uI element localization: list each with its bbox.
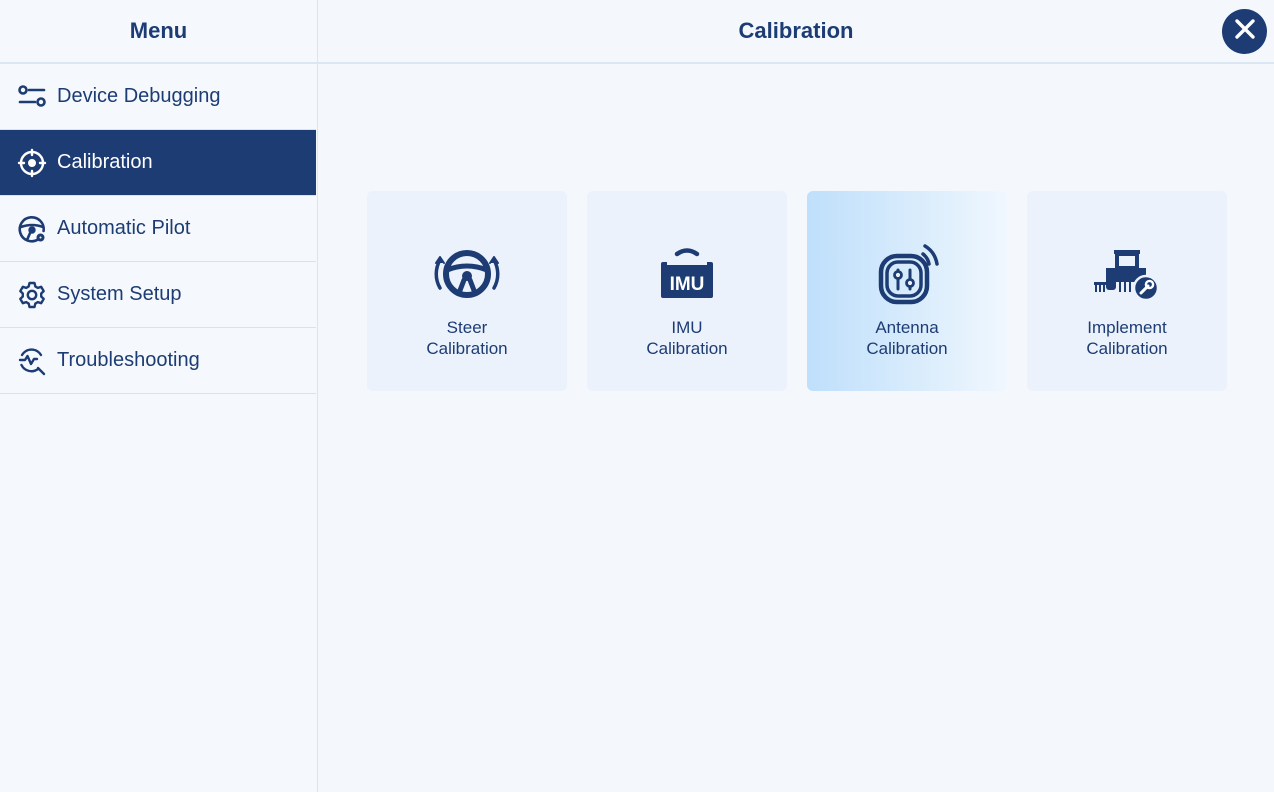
page-title: Calibration <box>738 18 854 43</box>
card-label: Steer Calibration <box>426 317 507 359</box>
card-label: Implement Calibration <box>1086 317 1167 359</box>
card-label: IMU Calibration <box>646 317 727 359</box>
sidebar-item-label: System Setup <box>57 283 182 305</box>
implement-calibration-card[interactable]: Implement Calibration <box>1027 191 1227 391</box>
sidebar-item-automatic-pilot[interactable]: Automatic Pilot <box>0 196 316 262</box>
imu-calibration-card[interactable]: IMU IMU Calibration <box>587 191 787 391</box>
close-button[interactable] <box>1222 9 1267 54</box>
tractor-wrench-icon <box>1089 239 1165 309</box>
sidebar: Menu Device Debugging Calibration Automa… <box>0 0 318 792</box>
sidebar-item-calibration[interactable]: Calibration <box>0 130 316 196</box>
card-label-line1: Implement <box>1087 318 1167 337</box>
sidebar-title: Menu <box>0 0 317 64</box>
card-label-line2: Calibration <box>646 339 728 358</box>
steer-calibration-card[interactable]: Steer Calibration <box>367 191 567 391</box>
sidebar-item-label: Device Debugging <box>57 85 221 107</box>
antenna-calibration-card[interactable]: Antenna Calibration <box>807 191 1007 391</box>
sidebar-item-system-setup[interactable]: System Setup <box>0 262 316 328</box>
close-icon <box>1234 18 1256 45</box>
sidebar-item-label: Automatic Pilot <box>57 217 191 239</box>
card-label-line1: IMU <box>671 318 703 337</box>
steering-wheel-gear-icon <box>17 214 47 244</box>
imu-icon: IMU <box>649 239 725 309</box>
sidebar-item-device-debugging[interactable]: Device Debugging <box>0 64 316 130</box>
gear-icon <box>17 280 47 310</box>
steering-wheel-icon <box>429 239 505 309</box>
antenna-icon <box>869 239 945 309</box>
card-label-line1: Steer <box>446 318 488 337</box>
sidebar-item-label: Troubleshooting <box>57 349 200 371</box>
card-label-line1: Antenna <box>875 318 939 337</box>
card-label-line2: Calibration <box>426 339 508 358</box>
card-label: Antenna Calibration <box>866 317 947 359</box>
card-label-line2: Calibration <box>866 339 948 358</box>
calibration-options: Steer Calibration IMU IMU Calibration An… <box>367 191 1227 391</box>
sidebar-item-troubleshooting[interactable]: Troubleshooting <box>0 328 316 394</box>
card-label-line2: Calibration <box>1086 339 1168 358</box>
crosshair-icon <box>17 148 47 178</box>
imu-icon-text: IMU <box>670 274 705 295</box>
app-window: Menu Device Debugging Calibration Automa… <box>0 0 1274 792</box>
sliders-icon <box>17 82 47 112</box>
sidebar-item-label: Calibration <box>57 151 153 173</box>
main-header: Calibration <box>318 0 1274 64</box>
magnifier-pulse-icon <box>17 346 47 376</box>
